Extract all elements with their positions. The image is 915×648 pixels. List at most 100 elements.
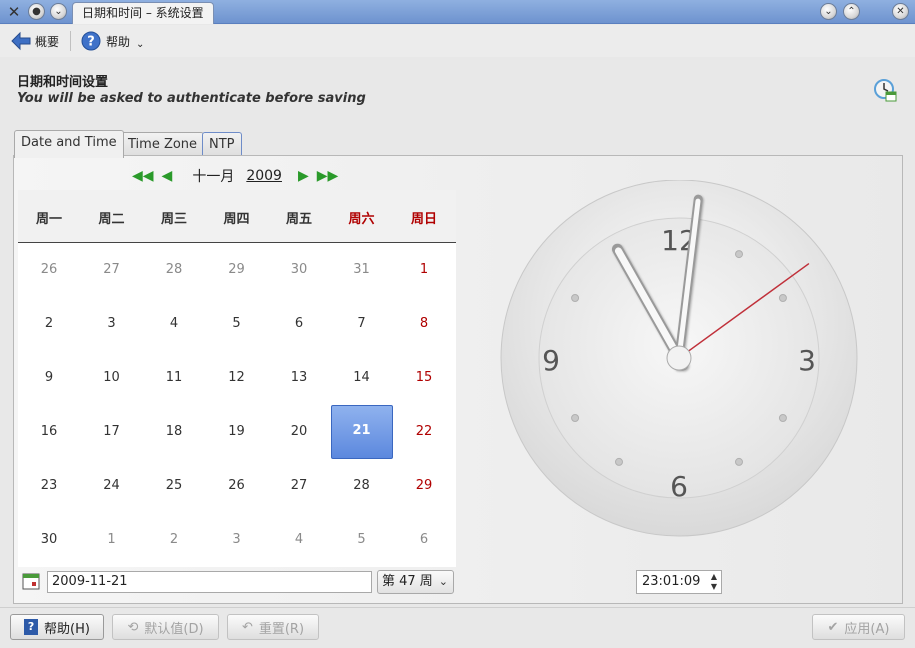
day-cell[interactable]: 1	[81, 513, 143, 567]
hour-mark	[735, 250, 743, 259]
calendar-grid: 周一 周二 周三 周四 周五 周六 周日 26 27 28 29 30 31 1 2 3 4 5 6 7 8 9 10 11…	[18, 190, 456, 567]
help-icon: ?	[81, 31, 101, 51]
reset-button[interactable]: ↶ 重置(R)	[227, 614, 319, 640]
apply-button-label: 应用(A)	[844, 621, 890, 637]
day-cell[interactable]: 9	[18, 351, 80, 405]
day-cell[interactable]: 19	[206, 405, 268, 459]
day-cell[interactable]: 11	[143, 351, 205, 405]
minimize-button[interactable]: ⌄	[820, 3, 837, 20]
day-cell[interactable]: 2	[18, 297, 80, 351]
day-cell[interactable]: 27	[268, 459, 330, 513]
spin-arrows-icon[interactable]: ▲ ▼	[711, 572, 717, 592]
day-cell[interactable]: 17	[81, 405, 143, 459]
chevron-down-icon: ⌄	[438, 575, 448, 588]
overview-label: 概要	[35, 34, 60, 49]
page-title: 日期和时间设置	[17, 75, 109, 90]
maximize-button[interactable]: ⌃	[843, 3, 860, 20]
title-bar: ✕ ● ⌄ 日期和时间 – 系统设置 ⌄ ⌃ ✕	[0, 0, 915, 24]
day-cell[interactable]: 23	[18, 459, 80, 513]
year-label[interactable]: 2009	[246, 168, 282, 184]
day-cell[interactable]: 31	[331, 243, 393, 297]
month-label[interactable]: 十一月	[192, 166, 234, 186]
numeral-6: 6	[670, 470, 688, 503]
day-cell[interactable]: 13	[268, 351, 330, 405]
help-button-label: 帮助(H)	[44, 621, 90, 637]
day-cell[interactable]: 14	[331, 351, 393, 405]
day-cell[interactable]: 6	[268, 297, 330, 351]
day-cell[interactable]: 30	[18, 513, 80, 567]
time-field[interactable]: 23:01:09 ▲ ▼	[636, 570, 722, 594]
day-cell[interactable]: 27	[81, 243, 143, 297]
help-menu-button[interactable]: ? 帮助 ⌄	[81, 28, 144, 54]
help-button[interactable]: ? 帮助(H)	[10, 614, 104, 640]
help-book-icon: ?	[24, 619, 39, 635]
day-cell[interactable]: 4	[268, 513, 330, 567]
next-month-icon[interactable]: ▶	[298, 168, 309, 184]
chevron-down-icon: ⌄	[136, 38, 145, 50]
day-cell[interactable]: 3	[81, 297, 143, 351]
day-cell[interactable]: 3	[206, 513, 268, 567]
day-cell[interactable]: 24	[81, 459, 143, 513]
calendar-icon[interactable]	[22, 572, 40, 590]
numeral-9: 9	[542, 344, 560, 377]
tools-icon[interactable]: ✕	[5, 3, 23, 21]
previous-year-icon[interactable]: ◀◀	[132, 168, 154, 184]
day-cell[interactable]: 5	[331, 513, 393, 567]
day-cell[interactable]: 7	[331, 297, 393, 351]
day-name: 周二	[98, 212, 125, 227]
hour-mark	[778, 414, 787, 422]
day-cell[interactable]: 6	[393, 513, 455, 567]
day-cell[interactable]: 2	[143, 513, 205, 567]
date-field[interactable]: 2009-11-21	[47, 571, 372, 593]
day-cell[interactable]: 28	[331, 459, 393, 513]
help-label: 帮助	[106, 34, 131, 49]
day-cell[interactable]: 4	[143, 297, 205, 351]
day-cell[interactable]: 26	[18, 243, 80, 297]
day-name: 周六	[348, 212, 375, 227]
svg-text:?: ?	[87, 35, 95, 50]
day-cell[interactable]: 8	[393, 297, 455, 351]
toolbar: 概要 ? 帮助 ⌄	[0, 25, 915, 57]
day-name: 周五	[285, 212, 312, 227]
calendar-header: 周一 周二 周三 周四 周五 周六 周日	[18, 190, 456, 243]
day-cell[interactable]: 28	[143, 243, 205, 297]
analog-clock: 12 3 6 9	[500, 180, 858, 537]
day-cell[interactable]: 25	[143, 459, 205, 513]
day-name: 周四	[223, 212, 250, 227]
day-cell[interactable]: 1	[393, 243, 455, 297]
day-cell[interactable]: 16	[18, 405, 80, 459]
close-button[interactable]: ✕	[892, 3, 909, 20]
day-cell[interactable]: 15	[393, 351, 455, 405]
day-cell[interactable]: 12	[206, 351, 268, 405]
sticky-button[interactable]: ●	[28, 3, 45, 20]
day-cell[interactable]: 26	[206, 459, 268, 513]
hour-mark	[778, 294, 787, 302]
divider	[0, 607, 915, 608]
defaults-icon: ⟲	[127, 619, 139, 635]
selected-day-cell[interactable]: 21	[330, 405, 393, 459]
hour-mark	[615, 457, 623, 466]
day-cell[interactable]: 5	[206, 297, 268, 351]
day-cell[interactable]: 10	[81, 351, 143, 405]
overview-button[interactable]: 概要	[10, 28, 59, 54]
day-cell[interactable]: 29	[206, 243, 268, 297]
day-name: 周日	[410, 212, 437, 227]
day-cell[interactable]: 18	[143, 405, 205, 459]
day-cell[interactable]: 29	[393, 459, 455, 513]
day-cell[interactable]: 22	[393, 405, 455, 459]
month-navigation: ◀◀ ◀ 十一月 2009 ▶ ▶▶	[130, 165, 340, 187]
apply-button[interactable]: ✔ 应用(A)	[812, 614, 905, 640]
week-label: 第 47 周	[382, 574, 433, 589]
day-cell[interactable]: 30	[268, 243, 330, 297]
menu-down-button[interactable]: ⌄	[50, 3, 67, 20]
time-value: 23:01:09	[642, 574, 701, 589]
next-year-icon[interactable]: ▶▶	[317, 168, 339, 184]
day-cell[interactable]: 20	[268, 405, 330, 459]
previous-month-icon[interactable]: ◀	[162, 168, 173, 184]
week-select[interactable]: 第 47 周 ⌄	[377, 570, 454, 594]
hour-mark	[571, 414, 580, 422]
day-name: 周三	[160, 212, 187, 227]
defaults-button[interactable]: ⟲ 默认值(D)	[112, 614, 219, 640]
tab-date-and-time[interactable]: Date and Time	[14, 130, 124, 158]
apply-check-icon: ✔	[827, 619, 839, 635]
